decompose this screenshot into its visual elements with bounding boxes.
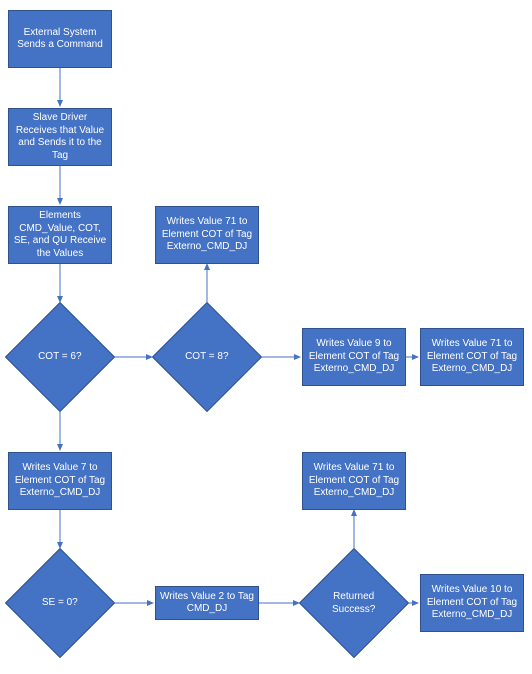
node-external-command: External System Sends a Command	[8, 10, 112, 68]
node-label: Writes Value 71 to Element COT of Tag Ex…	[160, 216, 254, 254]
node-label: Writes Value 7 to Element COT of Tag Ext…	[13, 462, 107, 500]
node-label: Returned Success?	[316, 591, 392, 616]
node-label: Writes Value 71 to Element COT of Tag Ex…	[307, 462, 401, 500]
node-label: Writes Value 71 to Element COT of Tag Ex…	[425, 338, 519, 376]
node-label: Writes Value 10 to Element COT of Tag Ex…	[425, 584, 519, 622]
node-label: Elements CMD_Value, COT, SE, and QU Rece…	[13, 210, 107, 260]
decision-se-0: SE = 0?	[5, 548, 115, 658]
node-label: External System Sends a Command	[13, 27, 107, 52]
node-label: Slave Driver Receives that Value and Sen…	[13, 112, 107, 162]
node-slave-driver: Slave Driver Receives that Value and Sen…	[8, 108, 112, 166]
node-write-2: Writes Value 2 to Tag CMD_DJ	[155, 586, 259, 620]
node-label: SE = 0?	[22, 597, 98, 610]
node-label: Writes Value 2 to Tag CMD_DJ	[160, 591, 254, 616]
node-write-7: Writes Value 7 to Element COT of Tag Ext…	[8, 452, 112, 510]
node-write-9: Writes Value 9 to Element COT of Tag Ext…	[302, 328, 406, 386]
node-label: COT = 8?	[169, 351, 245, 364]
node-label: COT = 6?	[22, 351, 98, 364]
node-write-71-a: Writes Value 71 to Element COT of Tag Ex…	[155, 206, 259, 264]
decision-cot-8: COT = 8?	[152, 302, 262, 412]
node-label: Writes Value 9 to Element COT of Tag Ext…	[307, 338, 401, 376]
node-write-71-c: Writes Value 71 to Element COT of Tag Ex…	[302, 452, 406, 510]
node-elements-receive: Elements CMD_Value, COT, SE, and QU Rece…	[8, 206, 112, 264]
node-write-10: Writes Value 10 to Element COT of Tag Ex…	[420, 574, 524, 632]
node-write-71-b: Writes Value 71 to Element COT of Tag Ex…	[420, 328, 524, 386]
decision-cot-6: COT = 6?	[5, 302, 115, 412]
decision-returned-success: Returned Success?	[299, 548, 409, 658]
